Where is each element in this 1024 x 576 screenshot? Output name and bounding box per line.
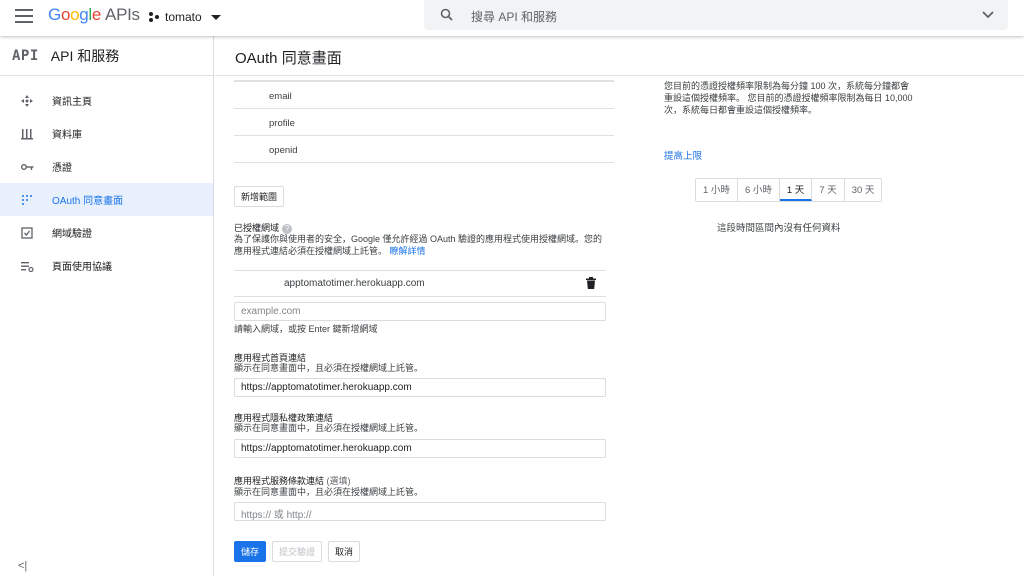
scope-row: profile <box>234 109 614 136</box>
menu-icon[interactable] <box>15 9 33 23</box>
nav-item-label: 資料庫 <box>52 130 82 141</box>
raise-limit-link[interactable]: 提高上限 <box>664 148 702 162</box>
tos-help: 顯示在同意畫面中，且必須在授權網域上託管。 <box>234 487 424 497</box>
nav-item-library[interactable]: 資料庫 <box>0 117 213 150</box>
nav-item-label: 網域驗證 <box>52 229 92 240</box>
project-selector[interactable]: tomato <box>148 8 221 26</box>
cancel-button[interactable]: 取消 <box>328 541 361 562</box>
authorized-domain-row: apptomatotimer.herokuapp.com <box>234 270 606 297</box>
privacy-input[interactable]: https://apptomatotimer.herokuapp.com <box>234 439 606 458</box>
tab-30-days[interactable]: 30 天 <box>845 179 882 201</box>
dropdown-arrow-icon <box>210 14 221 20</box>
homepage-input[interactable]: https://apptomatotimer.herokuapp.com <box>234 378 606 397</box>
quota-panel: 您目前的憑證授權頻率限制為每分鐘 100 次，系統每分鐘都會重設這個授權頻率。 … <box>664 80 914 234</box>
no-data-message: 這段時間區間內沒有任何資料 <box>717 223 841 234</box>
search-placeholder: 搜尋 API 和服務 <box>471 10 558 24</box>
scope-list: email profile openid <box>234 80 614 163</box>
nav-item-page-agreement[interactable]: 頁面使用協議 <box>0 249 213 282</box>
nav-item-label: OAuth 同意畫面 <box>52 196 124 207</box>
quota-text: 您目前的憑證授權頻率限制為每分鐘 100 次，系統每分鐘都會重設這個授權頻率。 … <box>664 81 913 115</box>
page-header: OAuth 同意畫面 <box>215 36 1024 76</box>
search-icon <box>440 8 453 21</box>
authorized-domain: apptomatotimer.herokuapp.com <box>284 278 425 289</box>
scope-row: email <box>234 82 614 109</box>
page-title: OAuth 同意畫面 <box>235 50 342 67</box>
oauth-consent-icon <box>20 193 34 207</box>
project-icon <box>149 12 159 22</box>
time-range-tabs: 1 小時 6 小時 1 天 7 天 30 天 <box>695 178 883 202</box>
api-logo-icon: API <box>12 47 39 64</box>
chevron-down-icon[interactable] <box>980 6 996 22</box>
consent-form: email profile openid 新增範圍 已授權網域? 為了保護你與使… <box>234 80 614 562</box>
domain-verification-icon <box>20 226 34 240</box>
scope-name: openid <box>269 145 298 156</box>
nav-item-domain-verification[interactable]: 網域驗證 <box>0 216 213 249</box>
scope-row: openid <box>234 136 614 163</box>
nav-header: API API 和服務 <box>0 36 213 76</box>
tab-1-hour[interactable]: 1 小時 <box>696 179 738 201</box>
nav-item-label: 頁面使用協議 <box>52 262 112 273</box>
submit-verification-button[interactable]: 提交驗證 <box>272 541 323 562</box>
top-app-bar: Google APIs tomato 搜尋 API 和服務 <box>0 0 1024 36</box>
domain-input[interactable]: example.com <box>234 302 606 321</box>
nav-item-dashboard[interactable]: 資訊主頁 <box>0 84 213 117</box>
scope-name: email <box>269 91 292 102</box>
form-actions: 儲存 提交驗證 取消 <box>234 541 361 562</box>
nav-item-oauth-consent[interactable]: OAuth 同意畫面 <box>0 183 213 216</box>
learn-more-link[interactable]: 瞭解詳情 <box>390 246 426 256</box>
tos-optional: (選填) <box>326 476 351 486</box>
left-navigation: API API 和服務 資訊主頁 資料庫 憑證 OAuth 同意畫面 網域驗證 … <box>0 36 214 576</box>
tab-1-day[interactable]: 1 天 <box>779 179 813 201</box>
authorized-domains-title: 已授權網域 <box>234 223 280 233</box>
tos-input[interactable]: https:// 或 http:// <box>234 502 606 521</box>
tos-title: 應用程式服務條款連結 <box>234 476 325 486</box>
project-name: tomato <box>165 10 202 24</box>
tab-7-days[interactable]: 7 天 <box>812 179 845 201</box>
nav-title: API 和服務 <box>50 47 120 64</box>
nav-item-label: 資訊主頁 <box>52 97 92 108</box>
privacy-help: 顯示在同意畫面中，且必須在授權網域上託管。 <box>234 423 424 433</box>
delete-icon[interactable] <box>586 277 596 289</box>
key-icon <box>20 160 34 174</box>
collapse-nav-icon[interactable]: <| <box>18 560 27 572</box>
homepage-help: 顯示在同意畫面中，且必須在授權網域上託管。 <box>234 363 424 373</box>
page-agreement-icon <box>20 259 34 273</box>
save-button[interactable]: 儲存 <box>234 541 267 562</box>
nav-item-credentials[interactable]: 憑證 <box>0 150 213 183</box>
library-icon <box>20 127 34 141</box>
add-scope-button[interactable]: 新增範圍 <box>234 186 285 207</box>
search-bar[interactable]: 搜尋 API 和服務 <box>424 0 1008 30</box>
tab-6-hours[interactable]: 6 小時 <box>738 179 780 201</box>
nav-item-label: 憑證 <box>52 163 72 174</box>
scope-name: profile <box>269 118 295 129</box>
google-apis-logo[interactable]: Google APIs <box>48 5 140 25</box>
domain-input-help: 請輸入網域，或按 Enter 鍵新增網域 <box>234 324 378 334</box>
authorized-domains-help: 為了保護你與使用者的安全，Google 僅允許經過 OAuth 驗證的應用程式使… <box>234 233 609 257</box>
dashboard-icon <box>20 94 34 108</box>
